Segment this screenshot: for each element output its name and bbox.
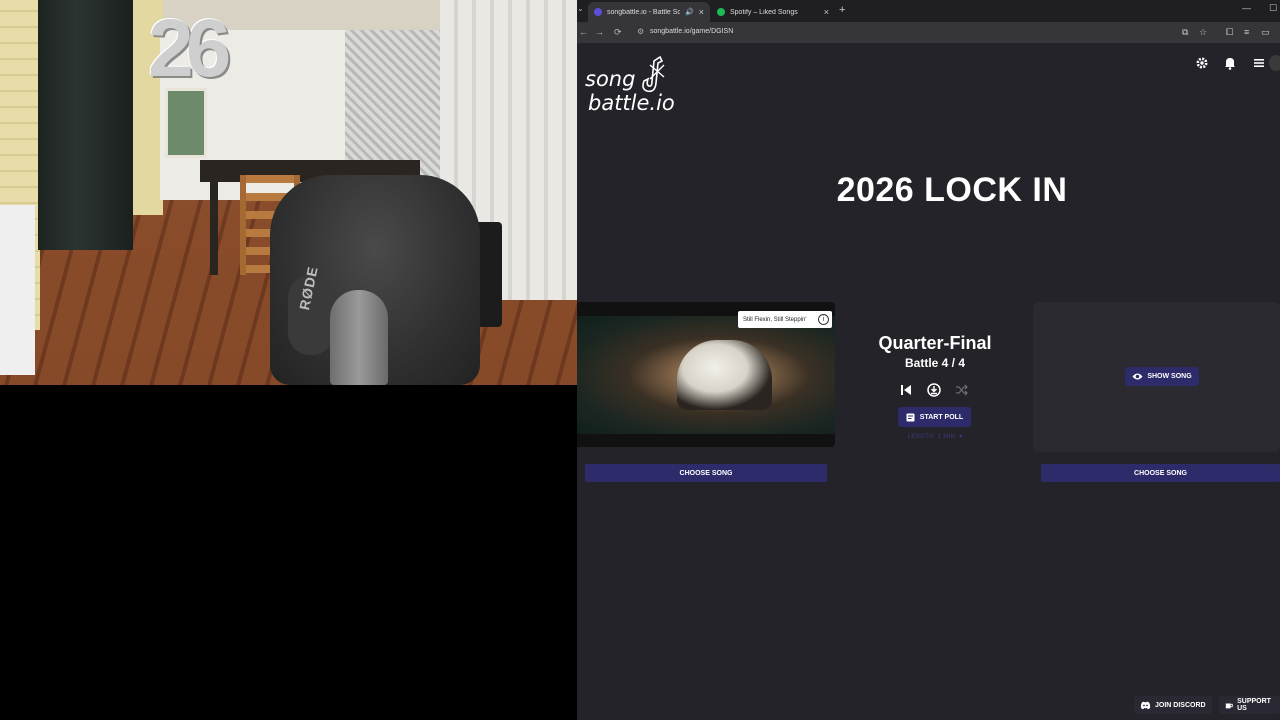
logo-text-song: song bbox=[585, 67, 636, 91]
reload-icon[interactable]: ⟳ bbox=[614, 27, 622, 38]
avatar[interactable] bbox=[1269, 55, 1280, 71]
game-title: 2026 LOCK IN bbox=[836, 171, 1068, 209]
left-song-video[interactable]: Still Flexin, Still Steppin' i bbox=[577, 302, 835, 447]
eye-icon bbox=[1132, 373, 1143, 380]
join-discord-button[interactable]: JOIN DISCORD bbox=[1134, 696, 1212, 714]
forward-arrow-icon[interactable]: → bbox=[595, 27, 604, 37]
discord-icon bbox=[1140, 701, 1151, 709]
webcam-table-leg bbox=[210, 180, 218, 275]
minimize-icon[interactable]: — bbox=[1242, 3, 1251, 13]
shuffle-icon[interactable] bbox=[955, 383, 969, 397]
round-title: Quarter-Final bbox=[878, 333, 992, 353]
info-icon[interactable]: i bbox=[818, 314, 829, 325]
address-bar-row: ← → ⟳ ⚙ songbattle.io/game/DGISN ⧉ ☆ ⧠ ≡… bbox=[577, 22, 1280, 43]
site-info-icon[interactable]: ⚙ bbox=[637, 27, 644, 36]
media-queue-icon[interactable]: ≡ bbox=[1244, 27, 1249, 37]
songbattle-favicon-icon bbox=[594, 8, 602, 16]
song-title-tooltip: Still Flexin, Still Steppin' i bbox=[738, 311, 832, 328]
coffee-cup-icon bbox=[1225, 702, 1233, 708]
screen: RØDE 26 ⌄ songbattle.io - Battle Songs 🔊… bbox=[0, 0, 1280, 720]
spotify-favicon-icon bbox=[717, 8, 725, 16]
poll-length-dropdown[interactable]: LENGTH: 1 MIN. ▾ bbox=[835, 433, 1035, 440]
download-icon[interactable] bbox=[927, 383, 941, 397]
webcam-feed: RØDE 26 bbox=[0, 0, 577, 385]
show-song-button[interactable]: SHOW SONG bbox=[1125, 367, 1199, 386]
hamburger-menu-icon[interactable] bbox=[1252, 56, 1266, 70]
support-us-button[interactable]: SUPPORT US bbox=[1219, 696, 1280, 714]
start-poll-label: START POLL bbox=[919, 413, 964, 421]
tab-title: Spotify – Liked Songs bbox=[730, 8, 798, 16]
tab-songbattle[interactable]: songbattle.io - Battle Songs 🔊 × bbox=[588, 2, 710, 22]
start-poll-button[interactable]: START POLL bbox=[898, 407, 971, 427]
logo-text-battle: battle.io bbox=[588, 91, 675, 115]
webcam-white-desk bbox=[0, 205, 35, 375]
webcam-number-balloons: 26 bbox=[148, 3, 231, 94]
webcam-dark-curtain bbox=[38, 0, 133, 250]
video-figure bbox=[677, 340, 772, 410]
songbattle-logo[interactable]: song battle.io bbox=[585, 55, 685, 117]
choose-song-right-button[interactable]: CHOOSE SONG bbox=[1041, 464, 1280, 482]
maximize-icon[interactable]: ☐ bbox=[1269, 3, 1277, 14]
tab-search-icon[interactable]: ⌄ bbox=[577, 4, 587, 18]
install-app-icon[interactable]: ⧉ bbox=[1182, 27, 1188, 38]
url-field[interactable]: songbattle.io/game/DGISN bbox=[650, 28, 733, 35]
sidebar-icon[interactable]: ▭ bbox=[1261, 27, 1270, 38]
tab-spotify[interactable]: Spotify – Liked Songs × bbox=[711, 2, 835, 22]
close-tab-icon[interactable]: × bbox=[824, 7, 829, 17]
speaker-icon[interactable]: 🔊 bbox=[685, 8, 694, 16]
webcam-microphone bbox=[330, 290, 388, 385]
back-arrow-icon[interactable]: ← bbox=[579, 27, 588, 37]
empty-stream-area bbox=[0, 385, 577, 720]
show-song-label: SHOW SONG bbox=[1147, 373, 1192, 380]
songbattle-page: song battle.io 2026 LOCK IN Still Flexin… bbox=[577, 43, 1280, 720]
close-tab-icon[interactable]: × bbox=[699, 7, 704, 17]
extensions-icon[interactable]: ⧠ bbox=[1226, 27, 1233, 38]
browser-window: ⌄ songbattle.io - Battle Songs 🔊 × Spoti… bbox=[577, 0, 1280, 720]
new-tab-plus-icon[interactable]: + bbox=[839, 4, 845, 16]
notification-bell-icon[interactable] bbox=[1223, 56, 1237, 70]
join-discord-label: JOIN DISCORD bbox=[1155, 701, 1206, 709]
tab-strip: ⌄ songbattle.io - Battle Songs 🔊 × Spoti… bbox=[577, 0, 1280, 22]
support-us-label: SUPPORT US bbox=[1237, 698, 1271, 712]
webcam-easel-painting bbox=[165, 88, 207, 158]
poll-icon bbox=[906, 413, 915, 421]
bookmark-star-icon[interactable]: ☆ bbox=[1199, 27, 1207, 38]
battle-counter: Battle 4 / 4 bbox=[904, 356, 966, 370]
tab-title: songbattle.io - Battle Songs bbox=[607, 8, 681, 16]
song-title-text: Still Flexin, Still Steppin' bbox=[743, 316, 807, 323]
choose-song-left-button[interactable]: CHOOSE SONG bbox=[585, 464, 827, 482]
previous-battle-icon[interactable] bbox=[899, 383, 913, 397]
settings-gear-icon[interactable] bbox=[1195, 56, 1209, 70]
